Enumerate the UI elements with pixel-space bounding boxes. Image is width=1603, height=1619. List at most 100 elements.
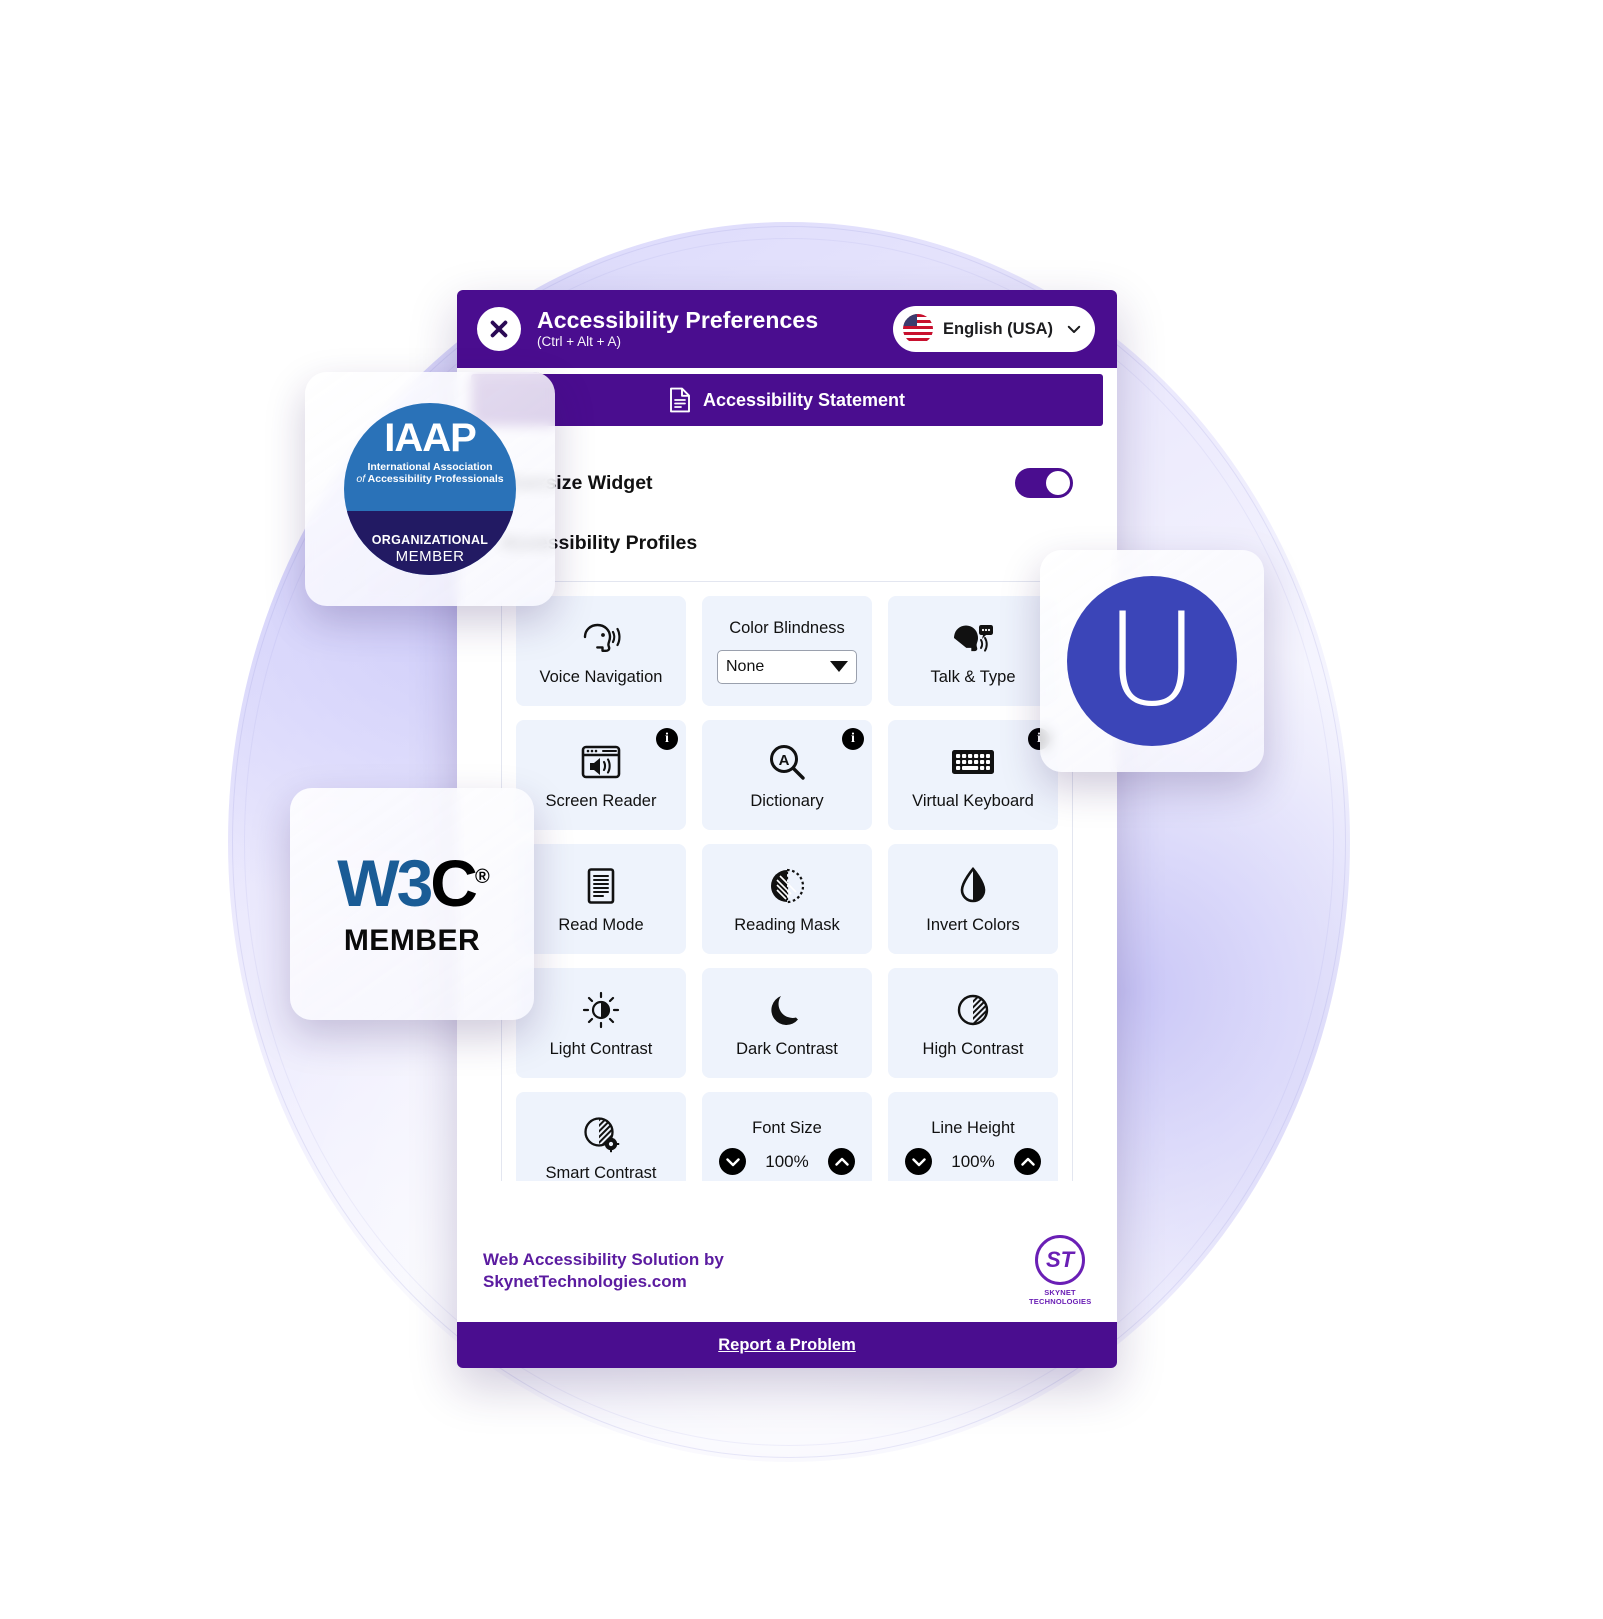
tile-label: Dark Contrast [736,1039,838,1058]
language-label: English (USA) [943,319,1053,338]
screenshot-root: Accessibility Preferences (Ctrl + Alt + … [0,0,1603,1619]
info-icon[interactable]: i [842,728,864,750]
tile-label: Smart Contrast [545,1163,657,1182]
screen-reader-icon [580,740,622,784]
feature-tiles-scroll-area[interactable]: Voice Navigation Color Blindness None Ta… [501,581,1073,1181]
report-a-problem-button[interactable]: Report a Problem [457,1322,1117,1368]
w3c-member-badge-card: W3C® MEMBER [290,788,534,1020]
talk-and-type-icon [950,616,996,660]
widget-footer: Web Accessibility Solution by SkynetTech… [457,1213,1117,1322]
tile-color-blindness[interactable]: Color Blindness None [702,596,872,706]
tile-label: Virtual Keyboard [912,791,1034,810]
font-size-value: 100% [765,1151,809,1171]
dark-contrast-icon [770,988,804,1032]
st-monogram: ST [1035,1235,1085,1285]
color-blindness-select[interactable]: None [717,649,857,684]
tile-talk-and-type[interactable]: Talk & Type [888,596,1058,706]
svg-text:A: A [779,752,790,769]
chevron-down-icon [725,1157,740,1166]
font-size-label: Font Size [752,1119,822,1137]
tile-label: Screen Reader [545,791,657,810]
w3c-badge: W3C® MEMBER [337,846,489,958]
tile-line-height[interactable]: Line Height 100% [888,1092,1058,1181]
caret-down-icon [830,661,848,672]
tile-label: Dictionary [750,791,824,810]
line-height-label: Line Height [931,1119,1015,1137]
tile-label: Invert Colors [926,915,1020,934]
tile-label: Light Contrast [549,1039,653,1058]
widget-header: Accessibility Preferences (Ctrl + Alt + … [457,290,1117,368]
light-contrast-icon [582,988,620,1032]
iaap-acronym: IAAP [384,416,477,460]
line-height-decrease-button[interactable] [905,1148,932,1175]
tile-label: Reading Mask [734,915,840,934]
report-a-problem-label: Report a Problem [718,1335,856,1354]
iaap-top-section: IAAP International Association of Access… [356,403,503,485]
line-height-stepper: 100% [905,1148,1041,1175]
iaap-line1: International Association [367,461,493,473]
chevron-down-icon [911,1157,926,1166]
accessibility-statement-button[interactable]: Accessibility Statement [471,374,1103,426]
footer-brand: Web Accessibility Solution by SkynetTech… [483,1249,724,1292]
userway-u-glyph: U [1105,585,1199,735]
document-icon [670,387,690,413]
st-logo-caption: SKYNET TECHNOLOGIES [1029,1288,1092,1306]
tile-label: Talk & Type [930,667,1016,686]
tile-light-contrast[interactable]: Light Contrast [516,968,686,1078]
chevron-up-icon [834,1157,849,1166]
line-height-increase-button[interactable] [1014,1148,1041,1175]
font-size-decrease-button[interactable] [719,1148,746,1175]
iaap-member-label: MEMBER [395,548,465,565]
tile-smart-contrast[interactable]: Smart Contrast [516,1092,686,1181]
widget-body: Oversize Widget Accessibility Profiles V… [457,426,1117,1213]
accessibility-statement-label: Accessibility Statement [702,389,906,410]
w3c-logotype: W3C® [337,846,489,920]
language-selector[interactable]: English (USA) [893,306,1095,352]
virtual-keyboard-icon [950,740,996,784]
color-blindness-label: Color Blindness [729,618,845,637]
font-size-increase-button[interactable] [828,1148,855,1175]
feature-tile-grid: Voice Navigation Color Blindness None Ta… [516,596,1058,1181]
oversize-widget-toggle[interactable] [1015,468,1073,498]
tile-label: Voice Navigation [539,667,663,686]
page-title: Accessibility Preferences [537,307,819,334]
usa-flag-icon [903,314,933,344]
chevron-up-icon [1020,1157,1035,1166]
color-blindness-value: None [726,657,765,675]
oversize-widget-row: Oversize Widget [479,426,1095,498]
footer-brand-line2: SkynetTechnologies.com [483,1271,687,1291]
read-mode-icon [586,864,616,908]
userway-badge-card: U [1040,550,1264,772]
iaap-member-badge-card: IAAP International Association of Access… [305,372,555,606]
accessibility-profiles-row: Accessibility Profiles [479,498,1095,555]
line-height-value: 100% [951,1151,995,1171]
tile-label: High Contrast [922,1039,1024,1058]
tile-virtual-keyboard[interactable]: i Virtual Keyboard [888,720,1058,830]
dictionary-icon: A [767,740,807,784]
reading-mask-icon [767,864,807,908]
close-button[interactable] [477,307,521,351]
tile-screen-reader[interactable]: i Screen Reader [516,720,686,830]
footer-brand-line1: Web Accessibility Solution by [483,1250,724,1270]
tile-high-contrast[interactable]: High Contrast [888,968,1058,1078]
info-icon[interactable]: i [656,728,678,750]
voice-navigation-icon [579,616,623,660]
chevron-down-icon [1067,325,1081,333]
tile-invert-colors[interactable]: Invert Colors [888,844,1058,954]
w3c-member-label: MEMBER [343,924,481,957]
font-size-stepper: 100% [719,1148,855,1175]
iaap-tier: ORGANIZATIONAL [371,533,489,547]
iaap-bottom-section: ORGANIZATIONAL MEMBER [344,533,516,565]
tile-label: Read Mode [558,915,644,934]
tile-read-mode[interactable]: Read Mode [516,844,686,954]
userway-badge: U [1067,576,1237,746]
tile-dark-contrast[interactable]: Dark Contrast [702,968,872,1078]
iaap-badge: IAAP International Association of Access… [344,403,516,575]
tile-reading-mask[interactable]: Reading Mask [702,844,872,954]
tile-font-size[interactable]: Font Size 100% [702,1092,872,1181]
skynet-technologies-logo: ST SKYNET TECHNOLOGIES [1029,1235,1091,1306]
close-x-icon [490,320,508,338]
header-titles: Accessibility Preferences (Ctrl + Alt + … [537,308,877,349]
tile-voice-navigation[interactable]: Voice Navigation [516,596,686,706]
tile-dictionary[interactable]: i A Dictionary [702,720,872,830]
